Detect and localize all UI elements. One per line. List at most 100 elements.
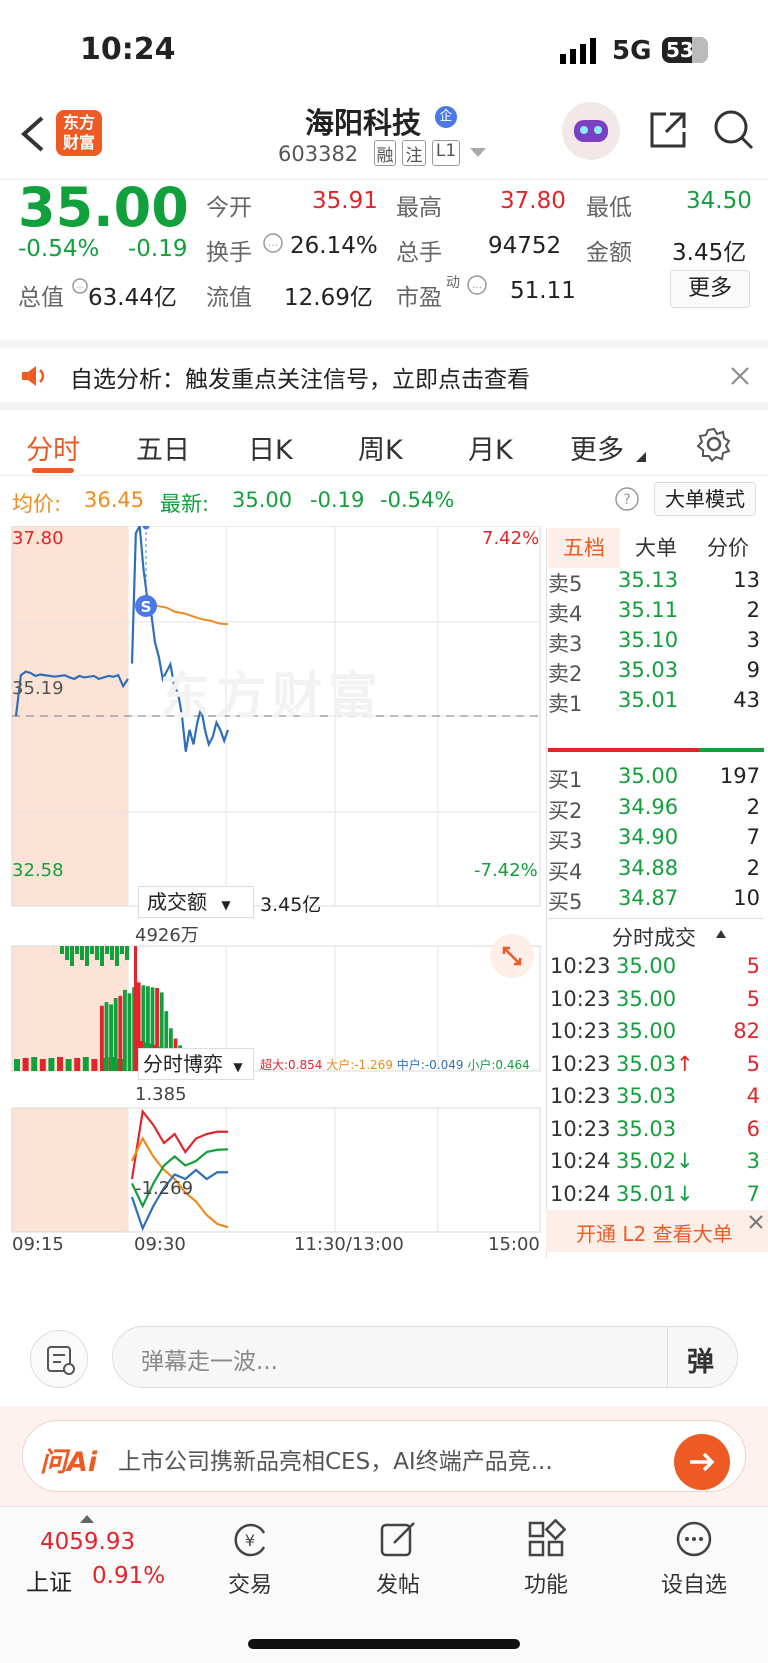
trade-price: 35.00 [616,954,677,978]
trade-row: 10:23 35.00 82 [548,1019,764,1053]
tab-monthly-k[interactable]: 月K [468,428,513,467]
avg-label: 均价: [12,492,62,516]
volume-bar [105,946,109,954]
danmu-input[interactable]: 弹幕走一波... 弹 [112,1326,738,1388]
bid-price: 34.87 [618,886,679,910]
l2-upgrade-bar[interactable]: 开通 L2 查看大单 [546,1210,768,1252]
ask-volume: 3 [746,628,760,652]
danmu-placeholder: 弹幕走一波... [141,1349,278,1375]
preauction-shade-game [12,1108,128,1232]
settings-gear-icon[interactable] [696,426,732,462]
tab-more[interactable]: 更多 [570,428,624,467]
l2-close-icon[interactable] [748,1214,764,1230]
nav-add-watchlist-label: 设自选 [660,1573,727,1598]
more-button[interactable]: 更多 [670,270,750,308]
bid-row[interactable]: 买5 34.87 10 [548,886,764,918]
trade-icon: ¥ [234,1523,266,1557]
ai-go-button[interactable] [674,1434,730,1490]
game-selector-caret: ▼ [233,1060,243,1074]
turnover-info-icon[interactable]: … [262,232,284,254]
ask-volume: 2 [746,598,760,622]
pct-top-label: 7.42% [482,528,540,549]
signal-icon [560,38,596,64]
orderbook-tab-five[interactable]: 五档 [548,528,620,568]
expand-icon [502,946,522,966]
danmu-toggle-button[interactable]: 弹 [687,1340,714,1379]
ask-row[interactable]: 卖5 35.13 13 [548,568,764,600]
bottom-nav: 4059.93 上证 0.91% ¥ 交易 发帖 功能 设自选 [0,1506,768,1663]
alert-banner[interactable]: 自选分析：触发重点关注信号，立即点击查看 [0,340,768,410]
tab-five-day[interactable]: 五日 [136,428,190,467]
ai-news-bar[interactable]: 问Ai 上市公司携新品亮相CES，AI终端产品竞... [0,1406,768,1506]
change-amount: -0.19 [128,236,188,262]
ask-row[interactable]: 卖2 35.03 9 [548,658,764,690]
big-order-mode-button[interactable]: 大单模式 [654,482,756,516]
bid-volume: 10 [733,886,760,910]
latest-change-pct: -0.54% [380,488,455,512]
ask-price: 35.01 [618,688,679,712]
y-bottom-label: 32.58 [12,860,64,881]
assistant-avatar[interactable] [562,102,620,160]
orderbook-tab-price[interactable]: 分价 [692,528,764,568]
trade-row: 10:24 35.02 ↓ 3 [548,1149,764,1183]
ask-row[interactable]: 卖3 35.10 3 [548,628,764,660]
volume-bar [104,1002,109,1071]
search-icon[interactable] [712,108,756,152]
trade-price: 35.03 [616,1051,677,1076]
game-selector[interactable]: 分时博弈 ▼ [138,1048,254,1080]
expand-button[interactable] [490,934,534,978]
volume-bar [65,946,69,960]
index-name[interactable]: 上证 [26,1563,72,1597]
tab-intraday[interactable]: 分时 [26,428,80,467]
svg-text:…: … [268,238,278,249]
chevron-down-icon[interactable] [470,148,486,158]
bid-row[interactable]: 买1 35.00 197 [548,764,764,796]
volume-bar [85,946,89,966]
share-icon[interactable] [648,110,688,150]
battery-icon: 53 [662,37,708,63]
index-pct[interactable]: 0.91% [92,1563,165,1589]
bid-volume: 7 [746,825,760,849]
ask-row[interactable]: 卖1 35.01 43 [548,688,764,720]
close-icon[interactable] [730,366,750,386]
legend-value-large: -1.269 [354,1058,393,1072]
legend-value-medium: -0.049 [424,1058,464,1072]
game-top: 1.385 [135,1084,187,1105]
bid-row[interactable]: 买4 34.88 2 [548,856,764,888]
info-icon[interactable]: … [72,278,88,294]
bid-price: 34.96 [618,794,679,819]
volume-bar [91,1059,98,1071]
pe-info-icon[interactable]: … [466,274,488,296]
tab-daily-k[interactable]: 日K [248,428,293,467]
edit-icon [380,1522,415,1557]
y-top-label: 37.80 [12,528,64,549]
arrow-right-icon [690,1452,715,1472]
volume-max: 4926万 [135,925,199,946]
svg-text:…: … [472,280,482,291]
volume-bar [39,1059,46,1071]
bid-row[interactable]: 买2 34.96 2 [548,795,764,827]
bid-row[interactable]: 买3 34.90 7 [548,825,764,857]
volume-bar [60,946,64,954]
high-value: 37.80 [500,188,566,214]
volume-selector[interactable]: 成交额 ▼ [138,886,254,918]
latest-label: 最新: [160,492,210,516]
volume-bar [70,946,74,966]
y-mid-label: 35.19 [12,678,64,699]
legend-value-super: 0.854 [288,1058,323,1072]
tab-weekly-k[interactable]: 周K [358,428,403,467]
trade-price: 35.00 [616,986,677,1011]
stock-header: 东方 财富 海阳科技 企 603382 融 注 L1 [0,100,768,180]
orderbook-tab-big[interactable]: 大单 [628,528,684,568]
volume-bar [113,998,118,1071]
danmu-list-button[interactable] [30,1330,88,1388]
index-value[interactable]: 4059.93 [40,1529,135,1555]
ask-row[interactable]: 卖4 35.11 2 [548,598,764,630]
back-icon[interactable] [18,114,46,154]
trades-sort-icon[interactable] [716,930,726,938]
help-icon[interactable]: ? [614,486,640,512]
x-label-0915: 09:15 [12,1234,64,1255]
ask-price: 35.13 [618,568,679,592]
volume-spike-bar [134,946,137,1071]
low-label: 最低 [586,195,632,221]
